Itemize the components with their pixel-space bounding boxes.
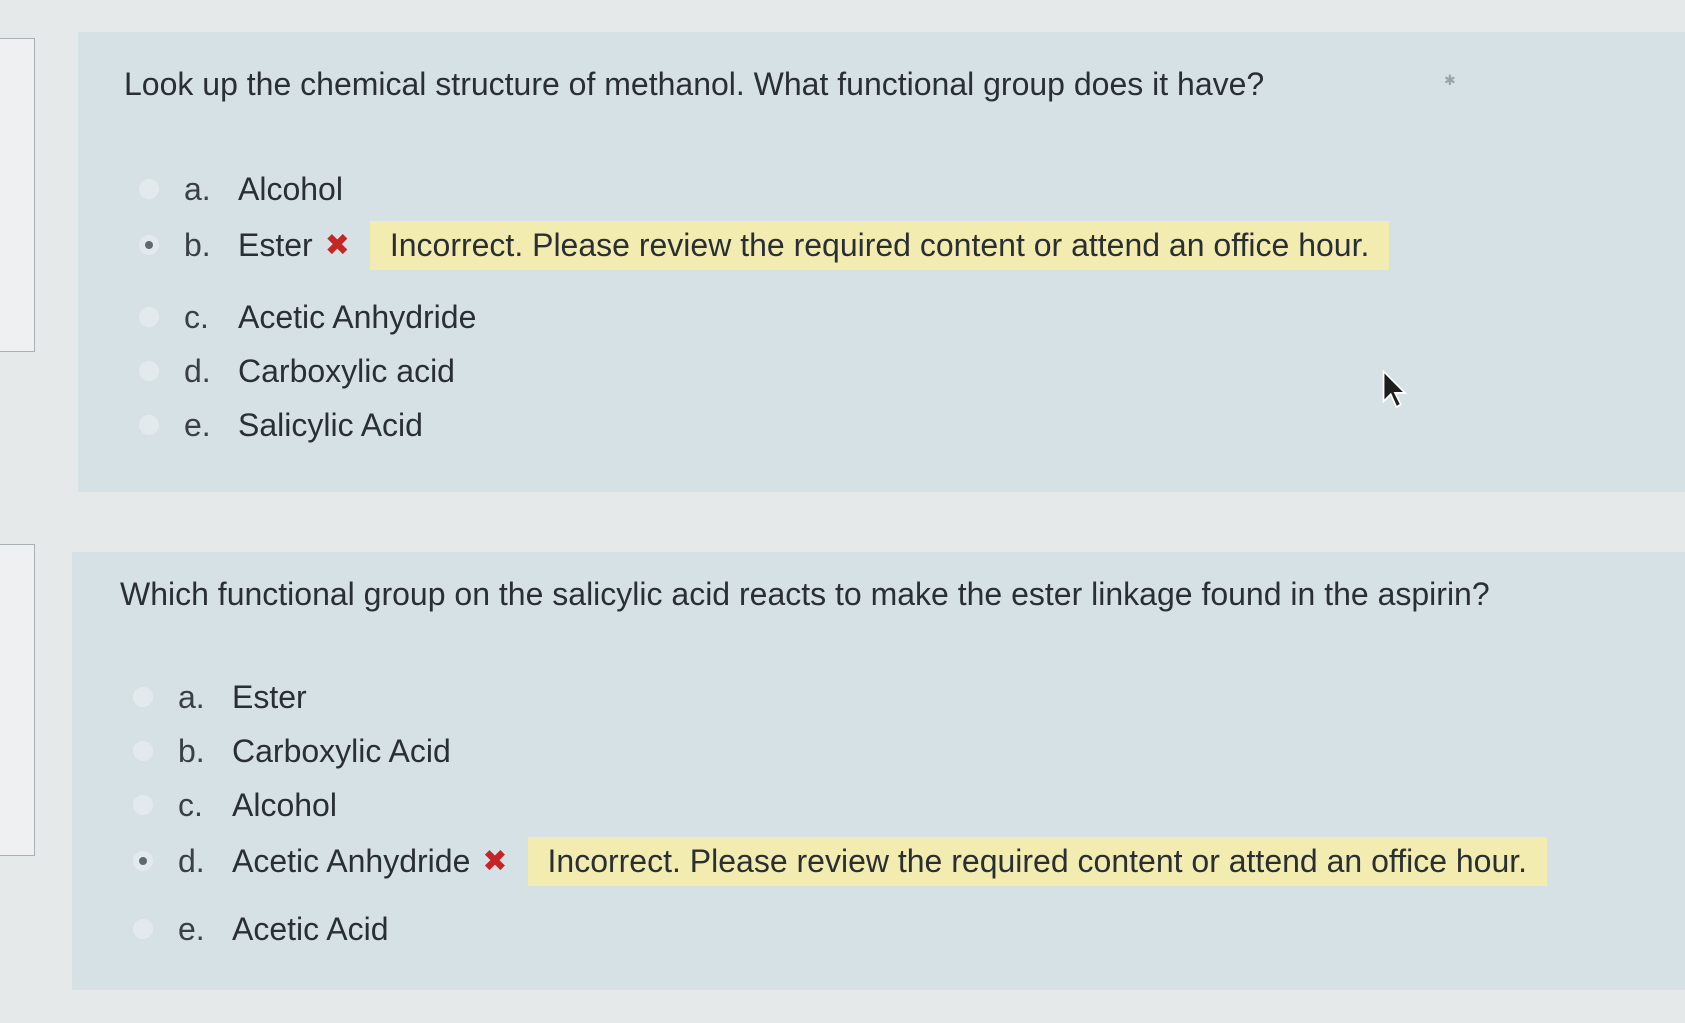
option-d[interactable]: d. Acetic Anhydride ✖ Incorrect. Please … [132,836,1548,886]
option-label: Alcohol [238,170,343,207]
radio-button[interactable] [132,918,154,940]
option-a[interactable]: a. Ester [132,674,307,720]
radio-button[interactable] [138,306,160,328]
question-text: Look up the chemical structure of methan… [124,66,1265,102]
option-letter: e. [184,406,211,443]
option-label: Alcohol [232,786,337,823]
option-b[interactable]: b. Carboxylic Acid [132,728,451,774]
option-letter: e. [178,910,205,947]
flag-icon[interactable]: ✱ [1444,72,1456,89]
radio-button[interactable] [132,686,154,708]
radio-button[interactable] [138,360,160,382]
radio-button[interactable] [132,794,154,816]
option-label: Acetic Anhydride [232,842,471,879]
option-letter: a. [184,170,211,207]
option-a[interactable]: a. Alcohol [138,166,343,212]
question-nav-tab-2[interactable] [0,544,35,856]
option-label: Acetic Acid [232,910,389,947]
feedback-incorrect: Incorrect. Please review the required co… [527,836,1548,886]
radio-button[interactable] [132,740,154,762]
radio-button-selected[interactable] [138,234,160,256]
option-c[interactable]: c. Acetic Anhydride [138,294,476,340]
option-letter: b. [184,226,211,263]
option-letter: a. [178,678,205,715]
option-e[interactable]: e. Acetic Acid [132,906,389,952]
option-b[interactable]: b. Ester ✖ Incorrect. Please review the … [138,220,1390,270]
option-label: Salicylic Acid [238,406,423,443]
option-letter: b. [178,732,205,769]
option-label: Ester [238,226,313,263]
option-label: Ester [232,678,307,715]
option-letter: d. [184,352,211,389]
option-label: Carboxylic acid [238,352,455,389]
radio-button[interactable] [138,178,160,200]
radio-button-selected[interactable] [132,850,154,872]
question-card-2: Which functional group on the salicylic … [72,552,1685,990]
x-mark-icon: ✖ [482,844,508,878]
question-text: Which functional group on the salicylic … [120,576,1490,612]
option-e[interactable]: e. Salicylic Acid [138,402,423,448]
question-nav-tab-1[interactable] [0,38,35,352]
radio-button[interactable] [138,414,160,436]
question-card-1: Look up the chemical structure of methan… [78,32,1685,492]
option-letter: c. [178,786,203,823]
option-c[interactable]: c. Alcohol [132,782,337,828]
feedback-incorrect: Incorrect. Please review the required co… [369,220,1390,270]
option-d[interactable]: d. Carboxylic acid [138,348,455,394]
option-label: Acetic Anhydride [238,298,477,335]
x-mark-icon: ✖ [324,228,350,262]
option-letter: d. [178,842,205,879]
mouse-cursor-icon [1382,370,1408,409]
option-letter: c. [184,298,209,335]
option-label: Carboxylic Acid [232,732,451,769]
